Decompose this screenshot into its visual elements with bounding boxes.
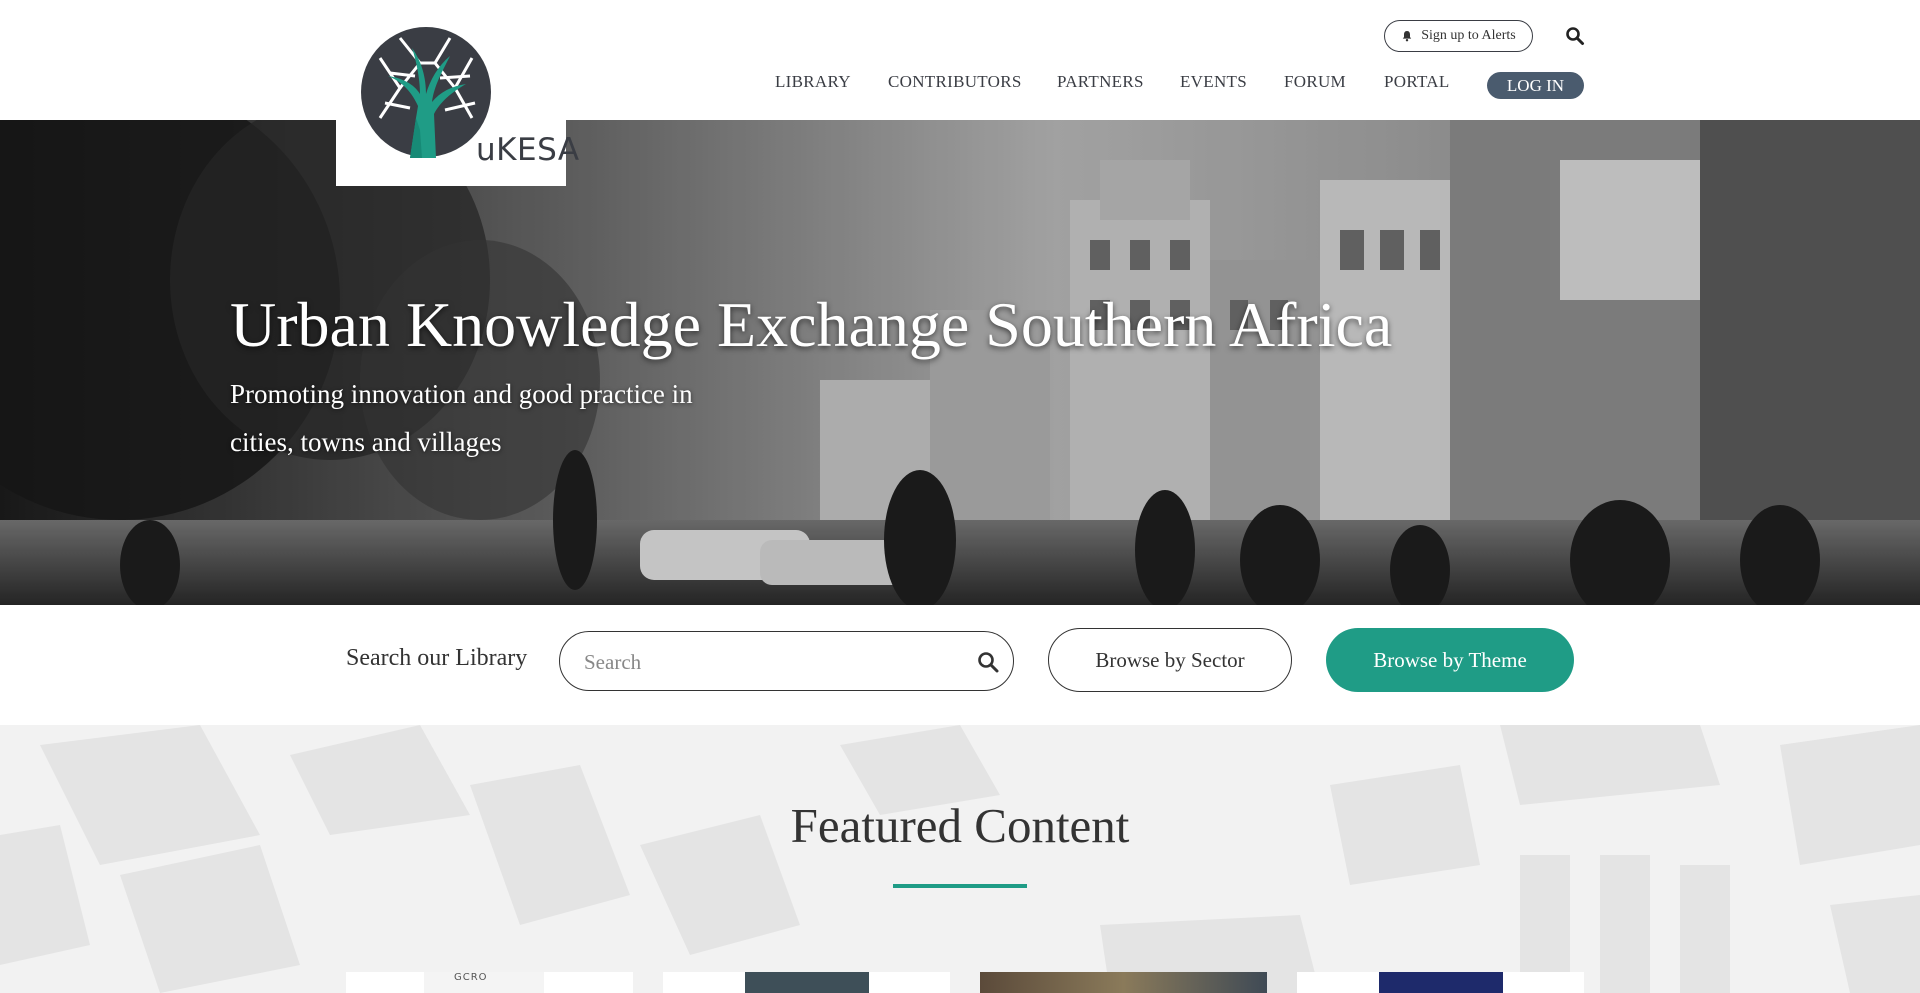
- gcro-thumb-text: GCRO: [454, 972, 488, 983]
- login-button[interactable]: LOG IN: [1487, 72, 1584, 99]
- search-icon[interactable]: [1565, 26, 1585, 46]
- alerts-label: Sign up to Alerts: [1421, 28, 1516, 43]
- search-library-label: Search our Library: [346, 645, 528, 671]
- library-search-section: Search our Library Browse by Sector Brow…: [0, 605, 1920, 725]
- featured-card[interactable]: [663, 972, 950, 993]
- featured-card[interactable]: [1297, 972, 1584, 993]
- title-divider: [893, 884, 1027, 888]
- logo-text: uKESA: [476, 132, 580, 168]
- library-search-input[interactable]: [584, 646, 954, 678]
- browse-by-theme-button[interactable]: Browse by Theme: [1326, 628, 1574, 692]
- card-thumbnail: [745, 972, 869, 993]
- site-logo[interactable]: uKESA: [336, 0, 579, 186]
- site-header: Sign up to Alerts LIBRARY CONTRIBUTORS P…: [0, 0, 1920, 120]
- search-submit-icon[interactable]: [976, 650, 1000, 674]
- street-photo: [0, 120, 1920, 605]
- library-search-box: [559, 631, 1014, 691]
- card-thumbnail: GCRO: [424, 972, 544, 993]
- card-thumbnail: [980, 972, 1267, 993]
- featured-content-title: Featured Content: [790, 798, 1130, 853]
- featured-card[interactable]: GCRO: [346, 972, 633, 993]
- nav-events[interactable]: EVENTS: [1180, 72, 1247, 92]
- featured-content-section: Featured Content GCRO: [0, 725, 1920, 993]
- nav-library[interactable]: LIBRARY: [775, 72, 851, 92]
- nav-portal[interactable]: PORTAL: [1384, 72, 1450, 92]
- bell-icon: [1403, 31, 1412, 42]
- nav-forum[interactable]: FORUM: [1284, 72, 1346, 92]
- nav-partners[interactable]: PARTNERS: [1057, 72, 1144, 92]
- featured-card[interactable]: [980, 972, 1267, 993]
- sign-up-alerts-button[interactable]: Sign up to Alerts: [1384, 20, 1533, 52]
- hero-banner: Urban Knowledge Exchange Southern Africa…: [0, 120, 1920, 605]
- browse-by-sector-button[interactable]: Browse by Sector: [1048, 628, 1292, 692]
- hero-subtitle: Promoting innovation and good practice i…: [230, 379, 693, 457]
- card-thumbnail: [1379, 972, 1503, 993]
- map-pattern-background: [0, 725, 1920, 993]
- hero-title: Urban Knowledge Exchange Southern Africa: [230, 289, 1393, 360]
- nav-contributors[interactable]: CONTRIBUTORS: [888, 72, 1022, 92]
